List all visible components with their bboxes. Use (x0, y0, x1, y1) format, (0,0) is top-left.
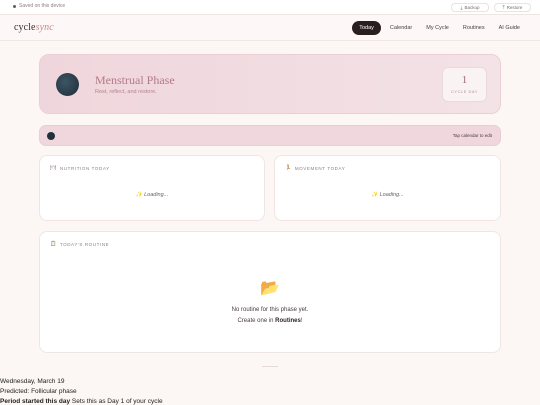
routine-create-hint: Create one in Routines! (40, 318, 500, 324)
app-header: cyclesync Today Calendar My Cycle Routin… (0, 15, 540, 41)
nav-ai-guide[interactable]: AI Guide (494, 21, 525, 35)
runner-icon: 🏃 (285, 165, 292, 171)
popover-date: Wednesday, March 19 (0, 378, 65, 385)
phase-title: Menstrual Phase (95, 73, 175, 87)
backup-button[interactable]: ⤓ Backup (451, 3, 489, 12)
nutrition-title-text: NUTRITION TODAY (59, 165, 110, 171)
phase-card: Menstrual Phase Rest, reflect, and resto… (39, 54, 501, 114)
movement-loading: ✨ Loading... (371, 192, 404, 198)
routine-create-suffix: ! (300, 318, 303, 324)
period-start-label: Period started this day (0, 398, 71, 405)
movement-card: 🏃 MOVEMENT TODAY ✨ Loading... (274, 155, 501, 221)
logo-cycle-text: cycle (14, 22, 36, 33)
nav-calendar[interactable]: Calendar (385, 21, 417, 35)
cycle-progress-dot-icon (47, 132, 55, 140)
saved-label: Saved on this device (19, 3, 66, 9)
routine-title-text: TODAY'S ROUTINE (59, 241, 110, 247)
utensils-icon: 🍽 (50, 165, 57, 171)
app-logo[interactable]: cyclesync (14, 22, 54, 33)
restore-label: Restore (506, 5, 523, 10)
phase-subtitle: Rest, reflect, and restore. (95, 89, 157, 95)
nav-my-cycle[interactable]: My Cycle (421, 21, 454, 35)
saved-status: Saved on this device (13, 3, 65, 9)
nutrition-card: 🍽 NUTRITION TODAY ✨ Loading... (39, 155, 265, 221)
routine-create-prefix: Create one in (237, 318, 276, 324)
nutrition-title: 🍽 NUTRITION TODAY (50, 165, 110, 171)
restore-icon: ⤒ (502, 5, 505, 10)
cycle-day-number: 1 (461, 74, 468, 86)
nav-today[interactable]: Today (352, 21, 381, 35)
routines-link[interactable]: Routines (275, 318, 301, 324)
section-divider (262, 366, 278, 367)
moon-phase-icon (56, 73, 79, 96)
nav-routines[interactable]: Routines (458, 21, 490, 35)
movement-title-text: MOVEMENT TODAY (294, 165, 346, 171)
calendar-edit-hint: Tap calendar to edit (452, 133, 492, 138)
restore-button[interactable]: ⤒ Restore (494, 3, 531, 12)
backup-label: Backup (464, 5, 480, 10)
movement-title: 🏃 MOVEMENT TODAY (285, 165, 345, 171)
routine-title: 📋 TODAY'S ROUTINE (50, 241, 109, 247)
nutrition-loading: ✨ Loading... (135, 192, 169, 198)
day-popover: Wednesday, March 19 Predicted: Follicula… (0, 377, 163, 405)
routine-card: 📋 TODAY'S ROUTINE 📂 No routine for this … (39, 231, 501, 353)
cycle-strip[interactable]: Tap calendar to edit (39, 125, 501, 146)
logo-sync-text: sync (35, 22, 54, 33)
cycle-day-label: CYCLE DAY (451, 89, 478, 94)
period-start-option[interactable]: Period started this day Sets this as Day… (0, 397, 163, 405)
top-bar: Saved on this device ⤓ Backup ⤒ Restore (0, 0, 540, 15)
routine-empty-message: No routine for this phase yet. (231, 307, 309, 313)
clipboard-icon: 📋 (50, 241, 57, 247)
saved-dot-icon (13, 4, 16, 8)
backup-icon: ⤓ (460, 5, 463, 10)
cycle-day-badge: 1 CYCLE DAY (442, 67, 487, 102)
popover-predicted: Predicted: Follicular phase (0, 388, 77, 395)
open-folder-icon: 📂 (260, 280, 280, 297)
period-start-description: Sets this as Day 1 of your cycle (70, 398, 163, 405)
main-nav: Today Calendar My Cycle Routines AI Guid… (352, 21, 525, 35)
